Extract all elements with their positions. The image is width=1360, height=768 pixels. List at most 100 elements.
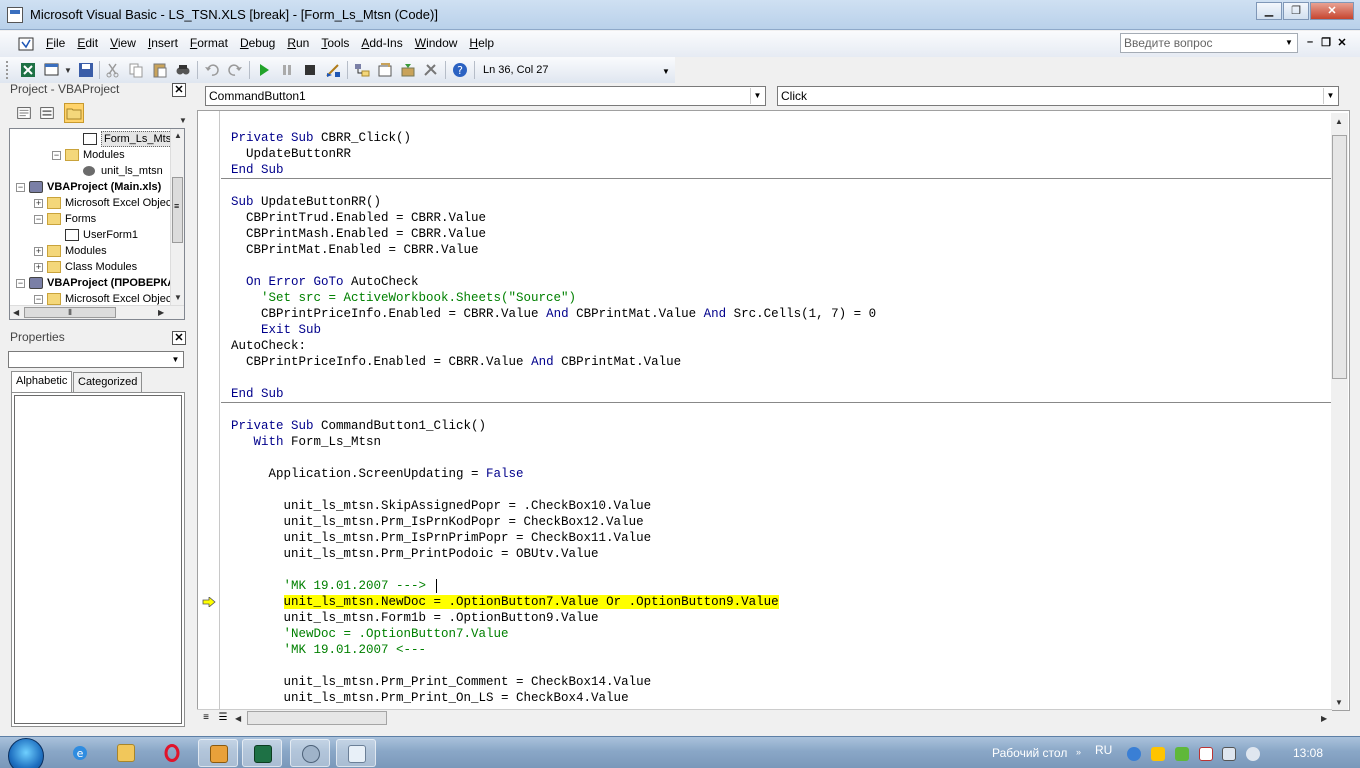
properties-window-icon[interactable] [376,61,394,79]
view-code-icon[interactable] [14,103,34,123]
code-line[interactable]: 'Set src = ActiveWorkbook.Sheets("Source… [231,290,576,306]
save-icon[interactable] [77,61,95,79]
scroll-up-icon[interactable]: ▲ [1335,117,1343,126]
scroll-left-icon[interactable]: ◀ [13,308,19,317]
code-line[interactable]: On Error GoTo AutoCheck [231,274,419,290]
menu-run[interactable]: Run [281,36,315,50]
action-center-flag-icon[interactable] [1199,747,1213,761]
insert-userform-icon[interactable] [43,61,61,79]
break-icon[interactable] [278,61,296,79]
tree-item[interactable]: + Class Modules [10,259,170,275]
chevron-down-icon[interactable]: ▼ [1323,88,1337,104]
pane-options-icon[interactable]: ▼ [179,116,187,125]
view-object-icon[interactable] [37,103,57,123]
code-line[interactable]: unit_ls_mtsn.Prm_PrintPodoic = OBUtv.Val… [231,546,599,562]
tree-vertical-scrollbar[interactable]: ▲ ≡ ▼ [170,129,184,305]
run-icon[interactable] [255,61,273,79]
tree-item[interactable]: − VBAProject (Main.xls) [10,179,170,195]
graphics-driver-icon[interactable] [1175,747,1189,761]
tree-item[interactable]: − VBAProject (ПРОВЕРКА.xls) [10,275,184,291]
object-select[interactable]: CommandButton1 ▼ [205,86,766,106]
tree-item[interactable]: − Forms [10,211,170,227]
menu-file[interactable]: File [40,36,71,50]
taskbar-window[interactable] [336,739,376,767]
taskbar-internet-explorer[interactable]: e [60,739,100,767]
code-horizontal-scrollbar[interactable]: ≡ ☰ ◀ ▶ [197,709,1332,726]
code-text[interactable]: Private Sub CBRR_Click() UpdateButtonRR E… [221,111,1331,710]
code-line[interactable]: unit_ls_mtsn.Prm_IsPrnPrimPopr = CheckBo… [231,530,652,546]
project-pane-close-button[interactable]: ✕ [172,83,186,97]
code-line[interactable]: unit_ls_mtsn.SkipAssignedPopr = .CheckBo… [231,498,652,514]
scroll-right-icon[interactable]: ▶ [158,308,164,317]
tree-item[interactable]: UserForm1 [10,227,170,243]
code-line[interactable]: End Sub [231,386,284,402]
code-line[interactable]: unit_ls_mtsn.Form1b = .OptionButton9.Val… [231,610,599,626]
expand-icon[interactable]: + [34,247,43,256]
menu-edit[interactable]: Edit [71,36,104,50]
code-editor[interactable]: Private Sub CBRR_Click() UpdateButtonRR E… [197,110,1350,711]
procedure-select[interactable]: Click ▼ [777,86,1339,106]
language-indicator[interactable]: RU [1095,743,1112,757]
collapse-icon[interactable]: − [34,215,43,224]
code-line[interactable]: AutoCheck: [231,338,306,354]
reset-icon[interactable] [301,61,319,79]
expand-icon[interactable]: + [34,263,43,272]
code-line[interactable]: unit_ls_mtsn.Prm_Print_Comment = CheckBo… [231,674,652,690]
tree-item[interactable]: + Microsoft Excel Objects [10,195,180,211]
code-line[interactable]: With Form_Ls_Mtsn [231,434,382,450]
toolbar-grip[interactable] [6,61,10,79]
code-line[interactable]: End Sub [231,162,284,178]
maximize-button[interactable]: ❐ [1283,2,1309,20]
insert-dropdown-icon[interactable]: ▼ [64,66,72,75]
start-button[interactable] [8,738,44,768]
tree-item[interactable]: + Modules [10,243,170,259]
code-line[interactable]: unit_ls_mtsn.Prm_Print_On_LS = CheckBox4… [231,690,629,706]
code-vertical-scrollbar[interactable]: ▲ ▼ [1331,113,1348,710]
toolbar-options-icon[interactable]: ▼ [662,67,670,76]
redo-icon[interactable] [226,61,244,79]
help-icon[interactable]: ? [451,61,469,79]
collapse-icon[interactable]: − [52,151,61,160]
code-line[interactable]: 'MK 19.01.2007 ---> [231,578,427,594]
paste-icon[interactable] [151,61,169,79]
find-icon[interactable] [174,61,192,79]
cut-icon[interactable] [104,61,122,79]
menu-tools[interactable]: Tools [315,36,355,50]
project-explorer-icon[interactable] [353,61,371,79]
code-line[interactable]: CBPrintMat.Enabled = CBRR.Value [231,242,479,258]
minimize-button[interactable]: ▁ [1256,2,1282,20]
code-line[interactable]: 'MK 19.01.2007 <--- [231,642,427,658]
monitor-icon[interactable] [1222,747,1236,761]
tab-alphabetic[interactable]: Alphabetic [11,371,73,393]
tray-app-icon[interactable] [1151,747,1165,761]
toolbox-icon[interactable] [422,61,440,79]
menu-help[interactable]: Help [463,36,500,50]
toggle-folders-button[interactable] [64,103,84,123]
object-browser-icon[interactable] [399,61,417,79]
scroll-up-icon[interactable]: ▲ [174,131,182,140]
menu-insert[interactable]: Insert [142,36,184,50]
tree-item[interactable]: Form_Ls_Mtsn [10,131,181,147]
close-button[interactable]: ✕ [1310,2,1354,20]
tree-item[interactable]: unit_ls_mtsn [10,163,170,179]
clock[interactable]: 13:08 [1293,746,1323,760]
code-line[interactable]: unit_ls_mtsn.NewDoc = .OptionButton7.Val… [231,594,779,610]
code-line[interactable]: UpdateButtonRR [231,146,351,162]
vba-app-icon[interactable] [7,7,23,23]
scroll-thumb[interactable]: ≡ [172,177,183,243]
copy-icon[interactable] [127,61,145,79]
child-close-button[interactable]: ✕ [1334,36,1350,49]
collapse-icon[interactable]: − [16,279,25,288]
collapse-icon[interactable]: − [34,295,43,304]
properties-pane-close-button[interactable]: ✕ [172,331,186,345]
chevron-down-icon[interactable]: ▼ [1282,35,1296,51]
scroll-thumb[interactable]: ⦀ [24,307,116,318]
taskbar-opera[interactable] [152,739,192,767]
code-line[interactable]: 'NewDoc = .OptionButton7.Value [231,626,509,642]
child-minimize-button[interactable]: – [1302,36,1318,49]
code-line[interactable]: CBPrintPriceInfo.Enabled = CBRR.Value An… [231,354,681,370]
scroll-left-icon[interactable]: ◀ [235,714,241,723]
help-search-input[interactable]: Введите вопрос ▼ [1120,33,1298,53]
volume-icon[interactable] [1246,747,1260,761]
scroll-down-icon[interactable]: ▼ [1335,698,1343,707]
